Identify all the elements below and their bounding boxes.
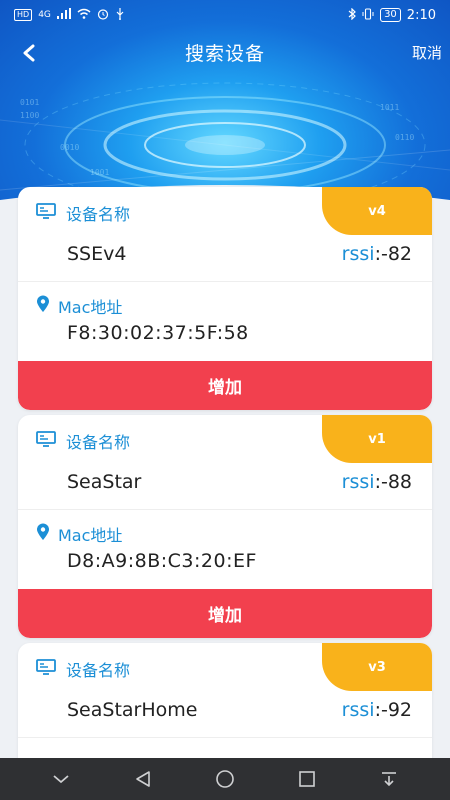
device-name-label-row: 设备名称 [36,201,130,225]
signal-icon [56,8,71,22]
cancel-button[interactable]: 取消 [412,42,442,63]
device-name-label-row: 设备名称 [36,429,130,453]
add-device-button[interactable]: 增加 [18,589,432,638]
rssi-key: rssi [341,243,375,265]
chevron-down-icon [53,775,69,784]
square-recents-icon [299,771,315,787]
device-name-label-row: 设备名称 [36,657,130,681]
hd-indicator: HD [14,9,33,21]
divider [18,737,432,738]
device-name-label: 设备名称 [66,205,131,224]
system-back-button[interactable] [123,759,163,799]
circle-home-icon [216,770,234,788]
svg-text:0101: 0101 [20,98,39,107]
device-card: v4 设备名称 SSEv4 rssi:-82 Mac地址 F8:30:02:37… [18,187,432,410]
page-title: 搜索设备 [184,42,265,65]
alarm-icon [97,8,109,23]
divider [18,509,432,510]
device-name: SeaStarHome [67,699,198,721]
back-button[interactable] [14,38,44,68]
monitor-icon [36,659,56,679]
nav-bar: 搜索设备 取消 [0,30,450,74]
svg-text:0010: 0010 [60,143,79,152]
device-card: v1 设备名称 SeaStar rssi:-88 Mac地址 D8:A9:8B:… [18,415,432,638]
version-badge: v1 [322,415,432,463]
mac-label-row: Mac地址 [36,522,122,546]
home-button[interactable] [205,759,245,799]
rssi-readout: rssi:-92 [342,699,412,721]
monitor-icon [36,431,56,451]
status-bar: HD 4G 30 2:10 [0,0,450,30]
rssi-readout: rssi:-82 [342,243,412,265]
svg-text:1011: 1011 [380,103,399,112]
svg-text:1001: 1001 [90,168,109,177]
notification-pull-button[interactable] [369,759,409,799]
usb-icon [115,7,125,23]
rssi-readout: rssi:-88 [342,471,412,493]
mac-address: F8:30:02:37:5F:58 [67,322,249,344]
rssi-key: rssi [341,699,375,721]
device-list: v4 设备名称 SSEv4 rssi:-82 Mac地址 F8:30:02:37… [18,187,432,768]
bluetooth-icon [348,7,356,23]
version-badge: v3 [322,643,432,691]
svg-text:1100: 1100 [20,111,39,120]
rssi-value: :-92 [374,699,412,721]
recent-apps-button[interactable] [287,759,327,799]
version-badge: v4 [322,187,432,235]
rssi-value: :-88 [374,471,412,493]
svg-text:0110: 0110 [395,133,414,142]
device-name: SeaStar [67,471,142,493]
pull-down-icon [382,772,396,787]
wifi-icon [77,8,91,22]
device-name-label: 设备名称 [66,433,131,452]
device-name-label: 设备名称 [66,661,131,680]
triangle-back-icon [136,771,150,787]
clock: 2:10 [406,7,436,23]
mac-label: Mac地址 [58,526,123,545]
location-pin-icon [36,523,50,545]
system-navigation-bar [0,758,450,800]
chevron-left-icon [23,44,35,62]
device-card: v3 设备名称 SeaStarHome rssi:-92 [18,643,432,763]
location-pin-icon [36,295,50,317]
rssi-key: rssi [341,471,375,493]
device-name: SSEv4 [67,243,127,265]
monitor-icon [36,203,56,223]
mac-label-row: Mac地址 [36,294,122,318]
network-type: 4G [38,10,51,20]
mac-address: D8:A9:8B:C3:20:EF [67,550,257,572]
hide-nav-button[interactable] [41,759,81,799]
battery-level: 30 [380,8,401,22]
rssi-value: :-82 [374,243,412,265]
mac-label: Mac地址 [58,298,123,317]
add-device-button[interactable]: 增加 [18,361,432,410]
divider [18,281,432,282]
vibrate-icon [362,7,374,23]
